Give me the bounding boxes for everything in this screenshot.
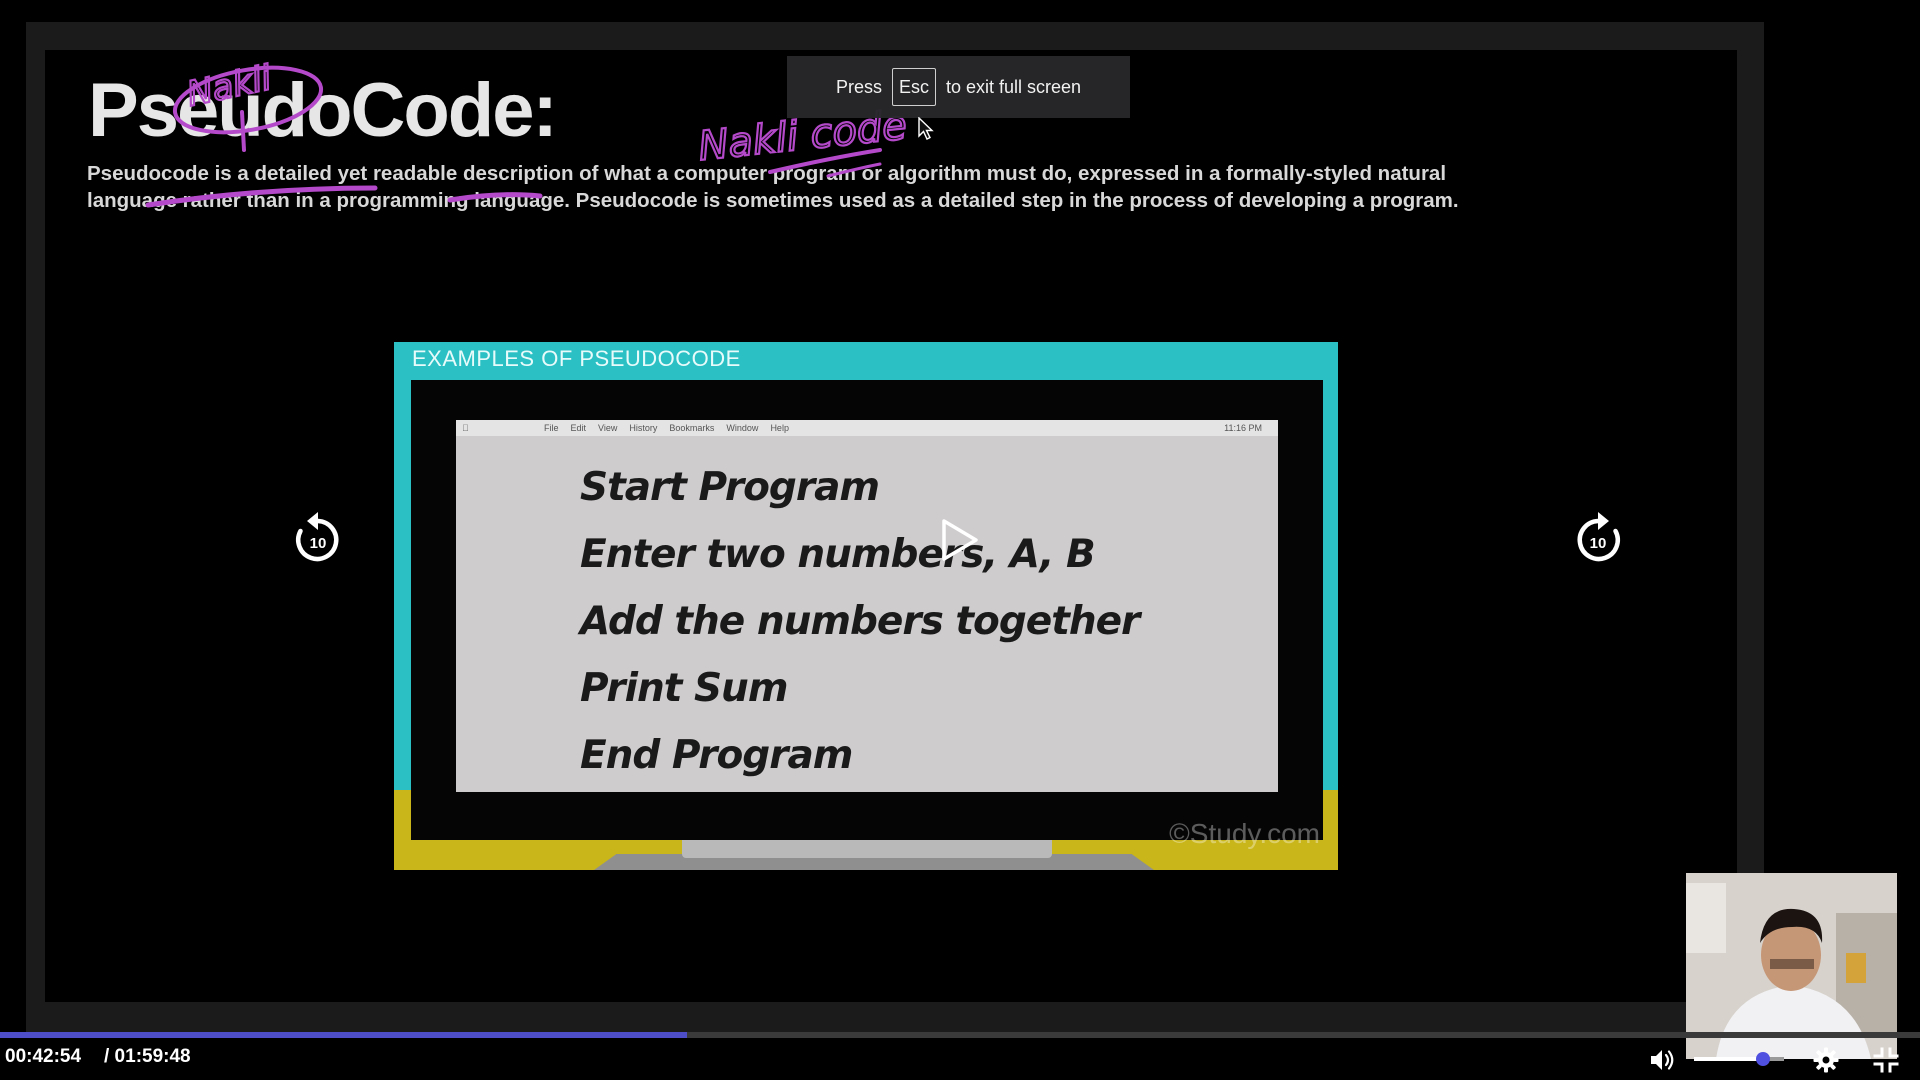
example-menu-item: File bbox=[544, 423, 559, 433]
progress-bar[interactable] bbox=[0, 1032, 1920, 1038]
toast-prefix: Press bbox=[835, 76, 882, 97]
example-menu-item: Window bbox=[726, 423, 759, 433]
example-watermark: ©Study.com bbox=[1169, 818, 1320, 849]
volume-slider-handle[interactable] bbox=[1756, 1052, 1771, 1066]
forward-10-button[interactable]: 10 bbox=[1570, 510, 1626, 566]
volume-icon[interactable] bbox=[1648, 1046, 1676, 1074]
esc-key: Esc bbox=[891, 68, 936, 106]
video-player[interactable]: PseudoCode: Pseudocode is a detailed yet… bbox=[0, 0, 1920, 1080]
slide-title: PseudoCode: bbox=[88, 68, 558, 153]
volume-slider[interactable] bbox=[1694, 1057, 1784, 1061]
example-clock: 11:16 PM bbox=[1224, 423, 1262, 433]
pseudocode-line: Start Program bbox=[580, 465, 880, 510]
rewind-10-label: 10 bbox=[310, 535, 327, 552]
forward-10-icon: 10 bbox=[1577, 512, 1620, 562]
slide-description: Pseudocode is a detailed yet readable de… bbox=[87, 160, 1647, 214]
example-menu-item: Bookmarks bbox=[669, 423, 715, 433]
volume-slider-fill bbox=[1694, 1057, 1764, 1061]
pseudocode-line: End Program bbox=[580, 733, 853, 778]
pseudocode-line: Enter two numbers, A, B bbox=[580, 532, 1096, 577]
play-icon[interactable] bbox=[940, 518, 980, 562]
example-image: EXAMPLES OF PSEUDOCODE ©Study.com  File… bbox=[394, 342, 1338, 870]
toast-suffix: to exit full screen bbox=[945, 76, 1082, 97]
example-menubar:  File Edit View History Bookmarks Window Help… bbox=[456, 420, 1278, 436]
exit-fullscreen-icon[interactable] bbox=[1872, 1046, 1900, 1074]
example-monitor-stand bbox=[682, 840, 1052, 858]
example-menu-items: File Edit View History Bookmarks Window Help bbox=[544, 423, 789, 433]
example-screen:  File Edit View History Bookmarks Window Help… bbox=[456, 420, 1278, 792]
example-menu-item: Edit bbox=[570, 423, 587, 433]
pseudocode-line: Print Sum bbox=[580, 666, 788, 711]
slide-description-line: Pseudocode is a detailed yet readable de… bbox=[87, 162, 1447, 185]
slide-description-line: language rather than in a programming la… bbox=[87, 189, 1459, 212]
example-menu-item: Help bbox=[770, 423, 789, 433]
fullscreen-toast: Press Esc to exit full screen bbox=[787, 56, 1130, 118]
example-menu-item: View bbox=[598, 423, 618, 433]
mouse-cursor-icon bbox=[918, 117, 934, 140]
gear-icon[interactable] bbox=[1812, 1046, 1840, 1074]
rewind-10-icon: 10 bbox=[296, 512, 339, 562]
rewind-10-button[interactable]: 10 bbox=[290, 510, 346, 566]
example-menu-item: History bbox=[629, 423, 658, 433]
apple-icon:  bbox=[462, 423, 470, 433]
duration: / 01:59:48 bbox=[104, 1046, 191, 1067]
pseudocode-line: Add the numbers together bbox=[580, 599, 1140, 644]
forward-10-label: 10 bbox=[1590, 535, 1607, 552]
progress-bar-fill bbox=[0, 1032, 688, 1038]
pseudocode-lines: Start Program Enter two numbers, A, B Add … bbox=[580, 454, 1140, 789]
example-header: EXAMPLES OF PSEUDOCODE bbox=[412, 346, 741, 371]
current-time: 00:42:54 bbox=[5, 1046, 82, 1067]
